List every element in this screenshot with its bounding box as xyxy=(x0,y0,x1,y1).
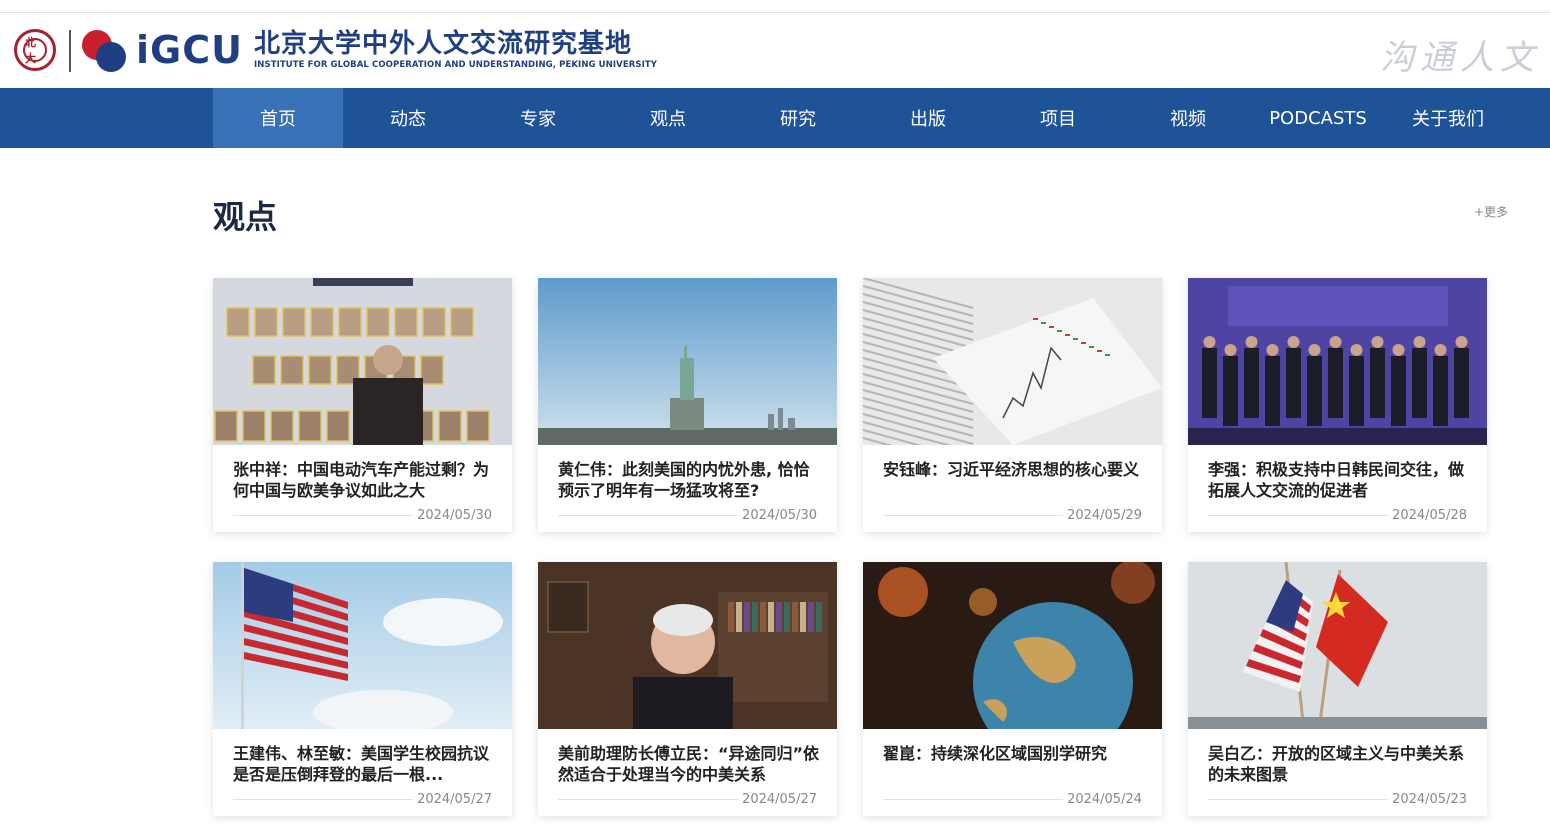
article-date: 2024/05/24 xyxy=(1067,792,1142,807)
nav-item-0[interactable]: 首页 xyxy=(213,88,343,148)
article-title[interactable]: 吴白乙：开放的区域主义与中美关系的未来图景 xyxy=(1208,743,1470,785)
article-card[interactable]: 王建伟、林至敏：美国学生校园抗议是否是压倒拜登的最后一根... 2024/05/2… xyxy=(213,562,512,816)
article-card[interactable]: 翟崑：持续深化区域国别学研究 2024/05/24 xyxy=(863,562,1162,816)
card-divider xyxy=(883,515,1063,516)
article-thumbnail[interactable] xyxy=(863,562,1162,729)
article-card[interactable]: 张中祥：中国电动汽车产能过剩？为何中国与欧美争议如此之大 2024/05/30 xyxy=(213,278,512,532)
top-border xyxy=(0,0,1550,13)
card-divider xyxy=(883,799,1063,800)
article-title[interactable]: 黄仁伟：此刻美国的内忧外患, 恰恰预示了明年有一场猛攻将至? xyxy=(558,459,820,501)
section-title: 观点 xyxy=(213,198,278,236)
card-divider xyxy=(233,515,413,516)
article-thumbnail[interactable] xyxy=(863,278,1162,445)
article-thumbnail[interactable] xyxy=(538,562,837,729)
article-title[interactable]: 翟崑：持续深化区域国别学研究 xyxy=(883,743,1145,764)
article-date: 2024/05/30 xyxy=(417,508,492,523)
article-thumbnail[interactable] xyxy=(213,278,512,445)
article-card[interactable]: 李强：积极支持中日韩民间交往，做拓展人文交流的促进者 2024/05/28 xyxy=(1188,278,1487,532)
card-divider xyxy=(1208,799,1388,800)
logo-divider xyxy=(69,30,71,72)
article-date: 2024/05/29 xyxy=(1067,508,1142,523)
main-nav: 首页 动态 专家 观点 研究 出版 项目 视频 PODCASTS 关于我们 xyxy=(0,88,1550,148)
nav-item-9[interactable]: 关于我们 xyxy=(1383,88,1513,148)
nav-item-8[interactable]: PODCASTS xyxy=(1253,88,1383,148)
card-divider xyxy=(558,799,738,800)
article-card[interactable]: 安钰峰：习近平经济思想的核心要义 2024/05/29 xyxy=(863,278,1162,532)
nav-item-5[interactable]: 出版 xyxy=(863,88,993,148)
article-card[interactable]: 黄仁伟：此刻美国的内忧外患, 恰恰预示了明年有一场猛攻将至? 2024/05/30 xyxy=(538,278,837,532)
article-title[interactable]: 张中祥：中国电动汽车产能过剩？为何中国与欧美争议如此之大 xyxy=(233,459,495,501)
more-link[interactable]: +更多 xyxy=(1474,203,1508,220)
card-divider xyxy=(1208,515,1388,516)
site-title-en: INSTITUTE FOR GLOBAL COOPERATION AND UND… xyxy=(254,60,658,70)
article-title[interactable]: 王建伟、林至敏：美国学生校园抗议是否是压倒拜登的最后一根... xyxy=(233,743,495,785)
article-date: 2024/05/23 xyxy=(1392,792,1467,807)
article-date: 2024/05/28 xyxy=(1392,508,1467,523)
article-thumbnail[interactable] xyxy=(1188,278,1487,445)
nav-item-2[interactable]: 专家 xyxy=(473,88,603,148)
card-divider xyxy=(233,799,413,800)
peking-university-seal-icon[interactable]: 北大 xyxy=(14,29,56,71)
article-thumbnail[interactable] xyxy=(538,278,837,445)
nav-item-3[interactable]: 观点 xyxy=(603,88,733,148)
article-title[interactable]: 安钰峰：习近平经济思想的核心要义 xyxy=(883,459,1145,480)
igcu-logo-icon[interactable] xyxy=(82,30,128,72)
article-thumbnail[interactable] xyxy=(213,562,512,729)
nav-item-1[interactable]: 动态 xyxy=(343,88,473,148)
article-date: 2024/05/27 xyxy=(417,792,492,807)
article-title[interactable]: 美前助理防长傅立民：“异途同归”依然适合于处理当今的中美关系 xyxy=(558,743,820,785)
site-header: 北大 iGCU 北京大学中外人文交流研究基地 INSTITUTE FOR GLO… xyxy=(0,13,1550,88)
article-card[interactable]: 吴白乙：开放的区域主义与中美关系的未来图景 2024/05/23 xyxy=(1188,562,1487,816)
article-title[interactable]: 李强：积极支持中日韩民间交往，做拓展人文交流的促进者 xyxy=(1208,459,1470,501)
article-date: 2024/05/27 xyxy=(742,792,817,807)
nav-item-4[interactable]: 研究 xyxy=(733,88,863,148)
article-card[interactable]: 美前助理防长傅立民：“异途同归”依然适合于处理当今的中美关系 2024/05/27 xyxy=(538,562,837,816)
site-title-cn[interactable]: 北京大学中外人文交流研究基地 xyxy=(254,29,632,59)
article-date: 2024/05/30 xyxy=(742,508,817,523)
igcu-logo-text[interactable]: iGCU xyxy=(136,28,243,72)
article-grid: 张中祥：中国电动汽车产能过剩？为何中国与欧美争议如此之大 2024/05/30 黄仁… xyxy=(213,278,1488,816)
nav-item-7[interactable]: 视频 xyxy=(1123,88,1253,148)
nav-item-6[interactable]: 项目 xyxy=(993,88,1123,148)
article-thumbnail[interactable] xyxy=(1188,562,1487,729)
card-divider xyxy=(558,515,738,516)
slogan-calligraphy: 沟通人文 xyxy=(1380,38,1540,78)
